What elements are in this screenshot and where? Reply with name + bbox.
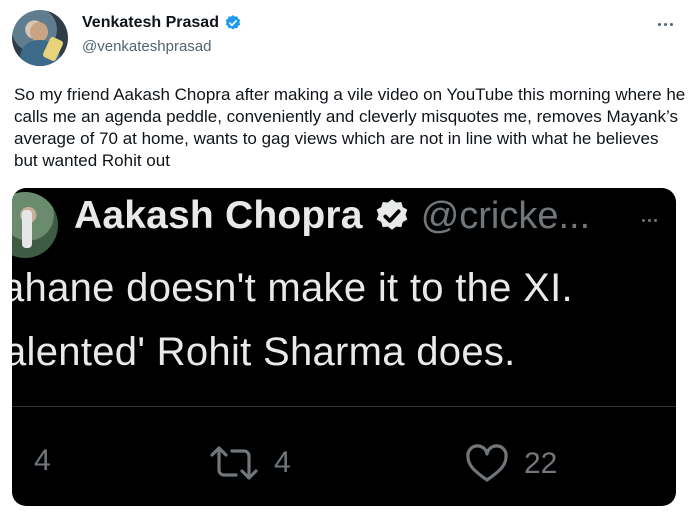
author-handle[interactable]: @venkateshprasad xyxy=(82,38,211,55)
embedded-divider xyxy=(12,406,676,407)
embedded-display-name: Aakash Chopra xyxy=(74,194,363,237)
embedded-more-icon xyxy=(642,216,662,224)
verified-badge-icon xyxy=(224,14,242,32)
embedded-text-line-1: ahane doesn't make it to the XI. xyxy=(12,266,573,310)
embedded-reply-count: 4 xyxy=(34,444,51,477)
embedded-reply-action: 4 xyxy=(34,444,51,478)
retweet-icon xyxy=(208,444,260,482)
author-display-name[interactable]: Venkatesh Prasad xyxy=(82,14,219,32)
embedded-avatar-figure xyxy=(22,210,32,248)
embedded-avatar xyxy=(12,192,58,258)
avatar-face xyxy=(30,22,48,42)
heart-icon xyxy=(464,444,510,484)
tweet-card: Venkatesh Prasad @venkateshprasad So my … xyxy=(0,0,700,525)
embedded-text-line-2: alented' Rohit Sharma does. xyxy=(12,330,516,374)
embedded-like-count: 22 xyxy=(524,447,558,480)
more-options-icon[interactable] xyxy=(654,18,676,30)
embedded-handle: @cricke... xyxy=(420,194,591,237)
embedded-verified-badge-icon xyxy=(373,197,411,235)
author-name-row: Venkatesh Prasad xyxy=(82,14,242,32)
embedded-name-row: Aakash Chopra @cricke... xyxy=(74,194,590,238)
tweet-text: So my friend Aakash Chopra after making … xyxy=(14,85,686,170)
avatar[interactable] xyxy=(12,10,68,66)
embedded-like-action: 22 xyxy=(464,444,557,484)
embedded-retweet-action: 4 xyxy=(208,444,291,482)
embedded-retweet-count: 4 xyxy=(274,446,291,479)
embedded-tweet-image[interactable]: Aakash Chopra @cricke... ahane doesn't m… xyxy=(12,188,676,506)
